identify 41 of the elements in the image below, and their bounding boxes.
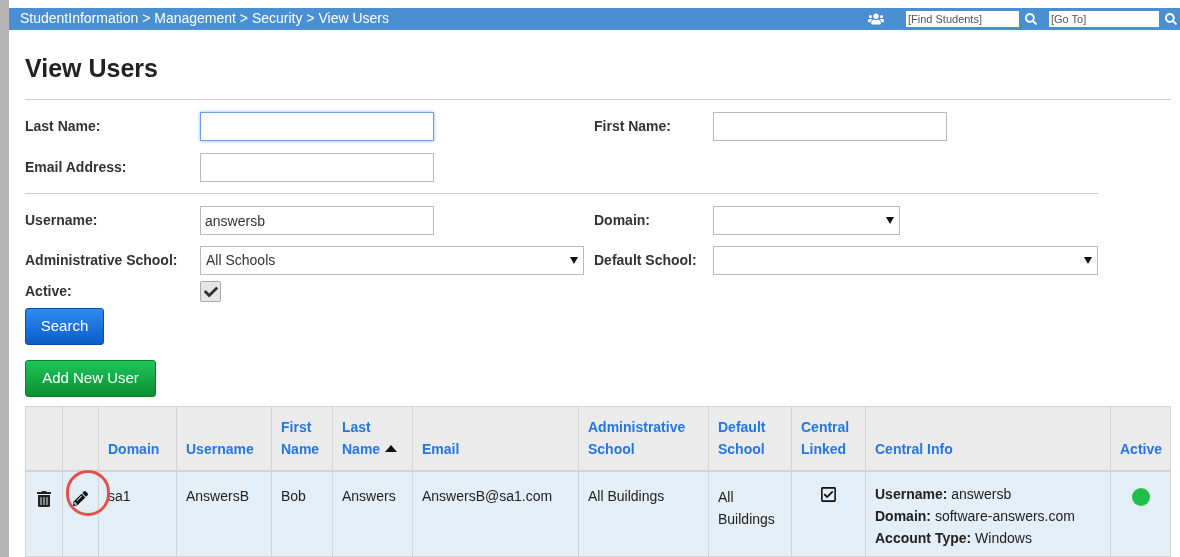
caret-icon — [1084, 257, 1092, 264]
search-field[interactable]: [Find Students] — [906, 10, 1019, 27]
add-new-user-button[interactable]: Add New User — [25, 360, 156, 397]
field-label: Active: — [25, 282, 73, 301]
table-cell: AnswersB@sa1.com — [412, 470, 579, 557]
field-label: Email Address: — [25, 158, 128, 177]
delete-icon[interactable] — [37, 490, 51, 507]
dropdown[interactable] — [713, 246, 1098, 275]
field-label: Last Name: — [25, 117, 102, 136]
info-line: Account Type: Windows — [875, 528, 1033, 548]
text-field[interactable] — [200, 112, 434, 141]
table-cell: AnswersB — [176, 470, 272, 557]
text-field[interactable] — [200, 153, 434, 182]
field-label: Administrative School: — [25, 251, 179, 270]
search-button[interactable]: Search — [25, 308, 104, 345]
text-field[interactable]: answersb — [200, 206, 434, 235]
table-cell: Answers — [332, 470, 413, 557]
page-title: View Users — [25, 52, 159, 84]
dropdown[interactable] — [713, 206, 900, 235]
users-icon[interactable] — [868, 11, 884, 26]
text-field[interactable] — [713, 112, 947, 141]
field-label: Username: — [25, 211, 99, 230]
checkbox[interactable] — [200, 281, 221, 302]
table-cell: All Buildings — [708, 470, 792, 557]
search-icon[interactable] — [1165, 12, 1177, 25]
sort-up-icon — [385, 444, 398, 452]
breadcrumb: StudentInformation > Management > Security > View Users — [20, 9, 390, 29]
field-label: First Name: — [594, 117, 673, 136]
edit-icon[interactable] — [73, 491, 88, 507]
field-label: Default School: — [594, 251, 698, 270]
table-cell: sa1 — [98, 470, 177, 557]
search-field[interactable]: [Go To] — [1049, 10, 1159, 27]
info-line: Username: answersb — [875, 484, 1013, 504]
field-label: Domain: — [594, 211, 651, 230]
caret-icon — [570, 257, 578, 264]
search-icon[interactable] — [1025, 12, 1037, 25]
table-cell: Bob — [271, 470, 333, 557]
table-cell: All Buildings — [578, 470, 709, 557]
dropdown[interactable]: All Schools — [200, 246, 584, 275]
caret-icon — [886, 217, 894, 224]
info-line: Domain: software-answers.com — [875, 506, 1076, 526]
